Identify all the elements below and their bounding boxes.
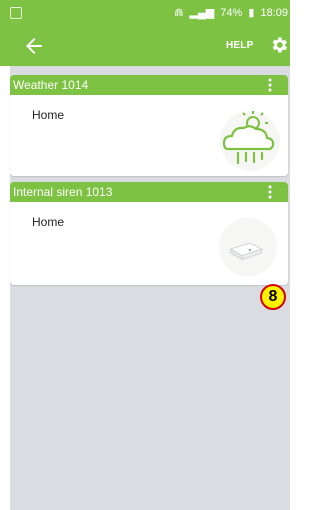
- settings-gear-icon[interactable]: [269, 35, 289, 55]
- gallery-icon: [10, 7, 22, 19]
- status-right: ⋒ ▂▄▆ 74% ▮ 18:09: [171, 6, 288, 19]
- wifi-icon: ⋒: [174, 7, 184, 19]
- device-card-weather[interactable]: Weather 1014 Home: [10, 75, 288, 176]
- status-time: 18:09: [260, 7, 288, 19]
- device-location: Home: [32, 215, 65, 229]
- device-location: Home: [32, 108, 65, 122]
- annotation-badge: 8: [260, 284, 286, 310]
- weather-icon: [220, 111, 280, 171]
- back-arrow-icon[interactable]: [22, 34, 46, 58]
- siren-device-icon: [218, 217, 278, 277]
- more-vert-icon[interactable]: [266, 184, 274, 200]
- app-bar: HELP: [0, 26, 290, 66]
- help-button[interactable]: HELP: [226, 40, 253, 51]
- device-card-header: Weather 1014: [10, 75, 288, 95]
- device-title: Weather 1014: [13, 78, 89, 92]
- status-bar: ⋒ ▂▄▆ 74% ▮ 18:09: [0, 0, 290, 26]
- signal-icon: ▂▄▆: [189, 7, 215, 19]
- battery-percent: 74%: [220, 7, 243, 19]
- device-title: Internal siren 1013: [13, 185, 113, 199]
- battery-icon: ▮: [248, 7, 255, 19]
- screen: ⋒ ▂▄▆ 74% ▮ 18:09 HELP Weather 1014 Home: [0, 0, 290, 510]
- device-card-siren[interactable]: Internal siren 1013 Home: [10, 182, 288, 285]
- device-card-header: Internal siren 1013: [10, 182, 288, 202]
- more-vert-icon[interactable]: [266, 77, 274, 93]
